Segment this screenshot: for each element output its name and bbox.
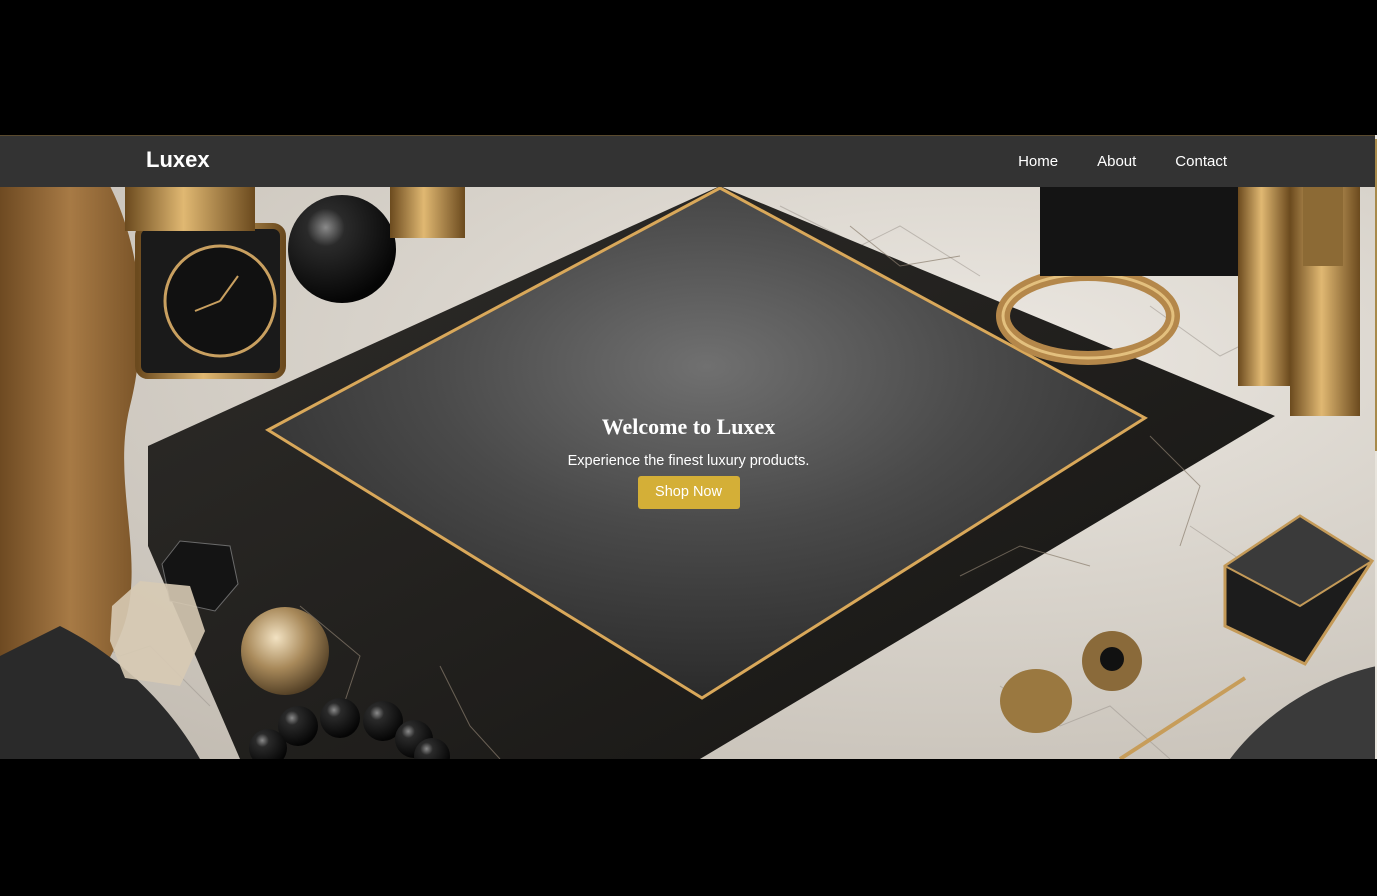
nav-link-contact[interactable]: Contact xyxy=(1175,153,1227,170)
navbar: Luxex Home About Contact xyxy=(0,135,1375,187)
nav-links: Home About Contact xyxy=(1018,153,1227,170)
brand-logo[interactable]: Luxex xyxy=(146,147,210,173)
nav-link-home[interactable]: Home xyxy=(1018,153,1058,170)
browser-viewport: Luxex Home About Contact Welcome to Luxe… xyxy=(0,135,1377,759)
hero-section: Welcome to Luxex Experience the finest l… xyxy=(0,186,1377,759)
shop-now-button[interactable]: Shop Now xyxy=(637,476,740,509)
hero-title: Welcome to Luxex xyxy=(601,414,776,439)
hero-content: Welcome to Luxex Experience the finest l… xyxy=(0,414,1377,509)
hero-subtitle: Experience the finest luxury products. xyxy=(567,453,810,469)
nav-link-about[interactable]: About xyxy=(1097,153,1136,170)
